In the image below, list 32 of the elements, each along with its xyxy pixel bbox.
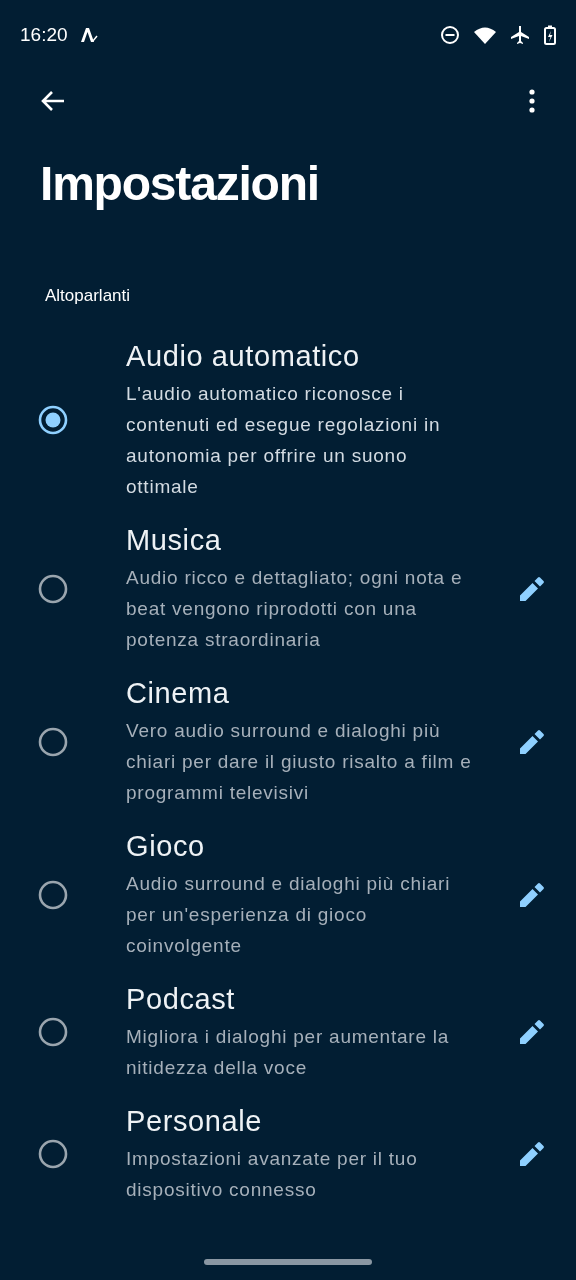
option-description: L'audio automatico riconosce i contenuti ed esegue regolazioni in autonomia per offrire un suono ottimale: [126, 382, 442, 499]
radio-button[interactable]: [38, 879, 68, 910]
airplane-icon: [510, 25, 530, 45]
edit-pencil-icon[interactable]: [519, 728, 545, 755]
edit-pencil-icon[interactable]: [519, 881, 545, 908]
edit-pencil-icon[interactable]: [519, 575, 545, 602]
do-not-disturb-icon: [440, 25, 460, 45]
radio-button[interactable]: [38, 573, 68, 604]
option-description: Impostazioni avanzate per il tuo dispositivo connesso: [126, 1147, 419, 1202]
option-description: Audio surround e dialoghi più chiari per un'esperienza di gioco coinvolgente: [126, 872, 452, 958]
radio-button[interactable]: [38, 1139, 68, 1169]
option-title[interactable]: Musica: [126, 522, 476, 558]
clock-time: 16:20: [20, 22, 68, 47]
radio-button[interactable]: [38, 726, 68, 757]
option-description: Audio ricco e dettagliato; ogni nota e beat vengono riprodotti con una potenza straordinaria: [126, 566, 464, 652]
option-title[interactable]: Personale: [126, 1103, 476, 1139]
option-description: Migliora i dialoghi per aumentare la nitidezza della voce: [126, 1025, 451, 1080]
edit-pencil-icon[interactable]: [519, 1141, 545, 1167]
back-arrow-icon[interactable]: [40, 90, 66, 112]
option-title[interactable]: Cinema: [126, 675, 476, 711]
edit-pencil-icon[interactable]: [519, 1019, 545, 1045]
battery-charging-icon: [544, 25, 556, 45]
section-header: Altoparlanti: [44, 285, 132, 307]
page-title: Impostazioni: [39, 156, 320, 212]
radio-button[interactable]: [38, 1017, 68, 1047]
option-title[interactable]: Gioco: [126, 828, 476, 864]
more-options-icon[interactable]: [528, 89, 536, 113]
option-title[interactable]: Audio automatico: [126, 338, 476, 374]
option-description: Vero audio surround e dialoghi più chiari per dare il giusto risalto a film e programmi televisivi: [126, 719, 473, 805]
option-title[interactable]: Podcast: [126, 981, 476, 1017]
radio-button[interactable]: [38, 405, 68, 435]
wifi-icon: [474, 26, 496, 44]
